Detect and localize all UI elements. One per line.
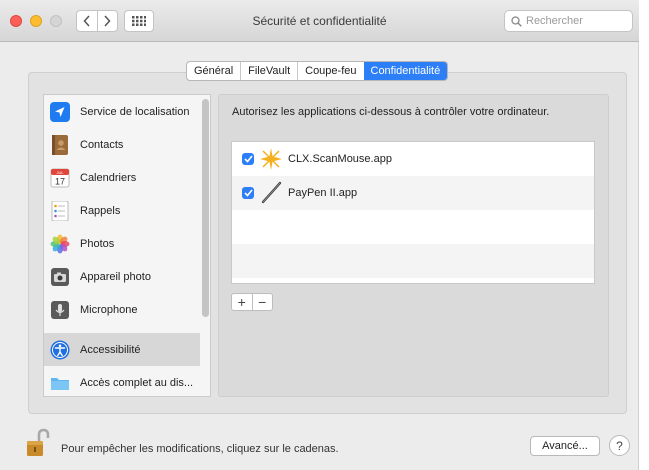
remove-app-button[interactable]: − [251, 294, 273, 310]
sidebar-item-label: Rappels [80, 204, 121, 217]
search-input[interactable] [526, 15, 626, 27]
checkmark-icon [243, 189, 253, 197]
accessibility-icon [50, 340, 70, 360]
sidebar-item-label: Calendriers [80, 171, 137, 184]
add-remove-buttons: + − [231, 293, 273, 311]
app-checkbox-scanmouse[interactable] [242, 153, 254, 165]
search-field[interactable] [504, 10, 633, 32]
title-bar: Sécurité et confidentialité [0, 0, 639, 42]
app-checkbox-paypen[interactable] [242, 187, 254, 199]
folder-icon [50, 373, 70, 393]
lock-message: Pour empêcher les modifications, cliquez… [61, 443, 339, 455]
lock-button[interactable] [26, 428, 50, 458]
location-icon [50, 101, 70, 122]
sidebar-item-label: Accès complet au dis... [80, 376, 194, 389]
app-list: CLX.ScanMouse.app PayPen II.app [231, 141, 595, 284]
sidebar-scrollbar[interactable] [202, 99, 209, 317]
camera-icon [50, 267, 70, 287]
sidebar-item-contacts[interactable]: Contacts [44, 128, 200, 161]
sidebar-item-accessibility[interactable]: Accessibilité [44, 333, 200, 366]
sidebar-item-label: Service de localisation [80, 105, 190, 118]
panel-description: Autorisez les applications ci-dessous à … [232, 106, 550, 118]
privacy-category-list[interactable]: Service de localisation Contacts JUL 17 … [43, 94, 211, 397]
sidebar-item-label: Contacts [80, 138, 124, 151]
tab-privacy[interactable]: Confidentialité [363, 62, 448, 80]
reminders-icon [50, 200, 70, 221]
add-app-button[interactable]: + [232, 294, 252, 310]
sidebar-item-label: Microphone [80, 303, 138, 316]
contacts-icon [50, 134, 70, 155]
list-item [232, 210, 594, 244]
calendar-icon-day: 17 [55, 176, 65, 186]
tab-general[interactable]: Général [187, 62, 240, 80]
advanced-button[interactable]: Avancé... [530, 436, 600, 456]
lock-open-icon [27, 428, 50, 456]
sidebar-item-full-disk-access[interactable]: Accès complet au dis... [44, 366, 200, 396]
sidebar-item-calendars[interactable]: JUL 17 Calendriers [44, 161, 200, 194]
photos-icon [50, 234, 70, 254]
microphone-icon [50, 300, 70, 320]
scanmouse-icon [259, 147, 283, 171]
app-name: CLX.ScanMouse.app [288, 153, 392, 165]
sidebar-item-label: Appareil photo [80, 270, 151, 283]
tab-filevault[interactable]: FileVault [240, 62, 297, 80]
calendar-icon-month: JUL [56, 170, 64, 175]
app-row-paypen[interactable]: PayPen II.app [232, 176, 594, 210]
sidebar-item-label: Photos [80, 237, 115, 250]
sidebar-item-camera[interactable]: Appareil photo [44, 260, 200, 293]
calendar-icon: JUL 17 [50, 168, 70, 188]
help-button[interactable]: ? [609, 435, 630, 456]
preferences-window: Sécurité et confidentialité Général File… [0, 0, 639, 470]
checkmark-icon [243, 155, 253, 163]
search-icon [511, 15, 522, 27]
sidebar-item-microphone[interactable]: Microphone [44, 293, 200, 326]
sidebar-item-reminders[interactable]: Rappels [44, 194, 200, 227]
sidebar-item-location[interactable]: Service de localisation [44, 95, 200, 128]
tab-bar: Général FileVault Coupe-feu Confidential… [186, 61, 449, 81]
paypen-icon [259, 181, 283, 205]
sidebar-item-photos[interactable]: Photos [44, 227, 200, 260]
list-item [232, 244, 594, 278]
sidebar-item-label: Accessibilité [80, 343, 141, 356]
app-row-scanmouse[interactable]: CLX.ScanMouse.app [232, 142, 594, 176]
tab-firewall[interactable]: Coupe-feu [297, 62, 363, 80]
app-name: PayPen II.app [288, 187, 358, 199]
